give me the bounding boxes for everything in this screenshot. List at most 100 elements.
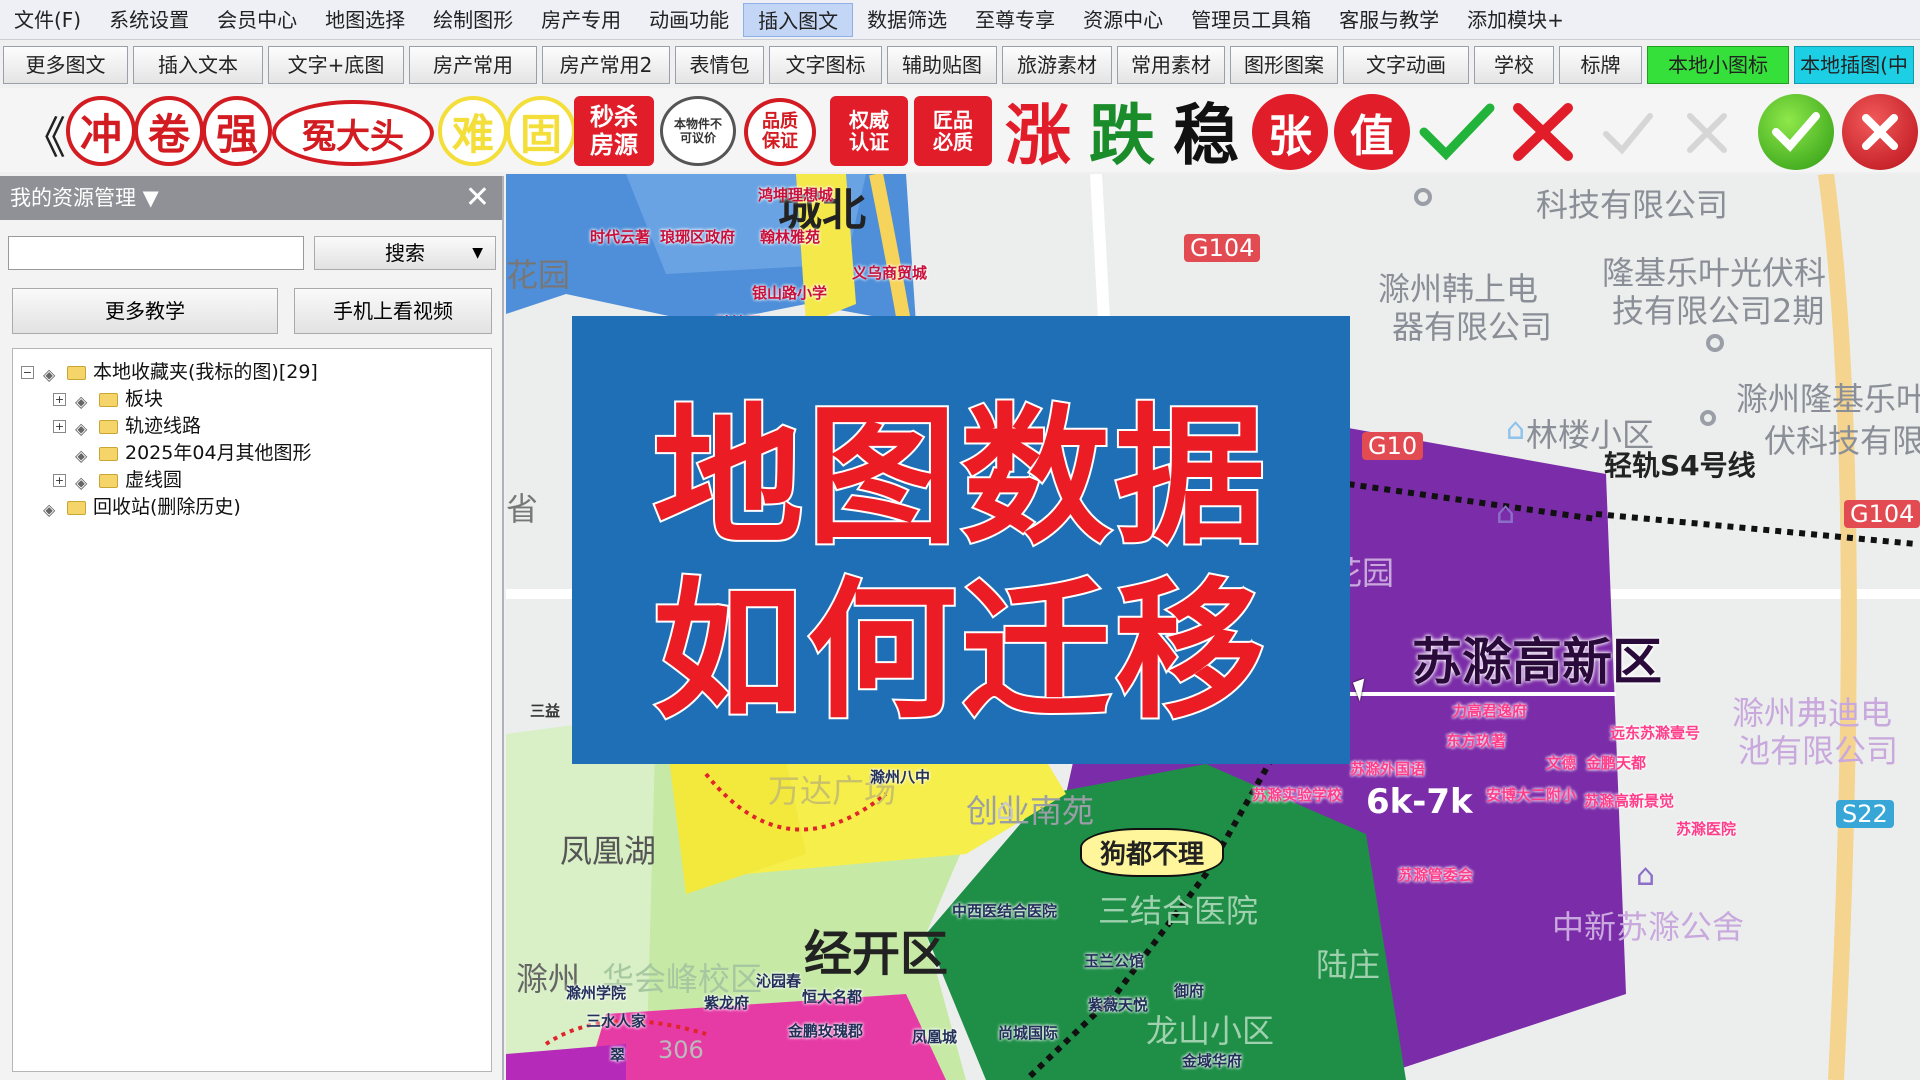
poi-label[interactable]: 沁园春: [756, 970, 801, 991]
menu-item-8[interactable]: 数据筛选: [853, 3, 961, 37]
stamp-miaosha[interactable]: 秒杀房源: [574, 96, 654, 166]
tree-item[interactable]: ◈ 2025年04月其他图形: [13, 440, 491, 467]
poi-label[interactable]: 三水人家: [586, 1010, 646, 1031]
menu-item-7[interactable]: 插入图文: [743, 2, 854, 37]
visibility-icon[interactable]: ◈: [75, 442, 87, 469]
stamp-no-bargain[interactable]: 本物件不可议价: [660, 96, 736, 166]
poi-label[interactable]: 恒大名都: [802, 986, 862, 1007]
visibility-icon[interactable]: ◈: [75, 469, 87, 496]
poi-label[interactable]: 苏滁外国语: [1350, 758, 1425, 779]
poi-label[interactable]: 尚城国际: [998, 1022, 1058, 1043]
menu-item-3[interactable]: 地图选择: [311, 3, 419, 37]
toolbar-tab-5[interactable]: 表情包: [675, 46, 764, 84]
poi-label[interactable]: 安博大二附小: [1486, 784, 1576, 805]
stamp-rise[interactable]: 涨: [996, 88, 1080, 174]
menu-item-10[interactable]: 资源中心: [1069, 3, 1177, 37]
menu-item-4[interactable]: 绘制图形: [419, 3, 527, 37]
cross-round-icon[interactable]: [1842, 94, 1918, 170]
toolbar-tab-10[interactable]: 图形图案: [1230, 46, 1338, 84]
chevron-down-icon[interactable]: ▼: [472, 237, 483, 269]
poi-label[interactable]: 银山路小学: [752, 282, 827, 303]
menu-item-6[interactable]: 动画功能: [635, 3, 743, 37]
menu-item-9[interactable]: 至尊专享: [961, 3, 1069, 37]
scroll-left-button[interactable]: 《: [22, 102, 66, 166]
poi-label[interactable]: 力高君逸府: [1452, 700, 1527, 721]
stamp-qiang[interactable]: 强: [202, 96, 272, 166]
search-button[interactable]: 搜索 ▼: [314, 236, 496, 270]
poi-label[interactable]: 远东苏滁壹号: [1610, 722, 1700, 743]
map-pin-icon[interactable]: [1700, 410, 1716, 426]
expand-icon[interactable]: +: [53, 474, 66, 487]
poi-label[interactable]: 御府: [1174, 980, 1204, 1001]
toolbar-tab-0[interactable]: 更多图文: [3, 46, 128, 84]
close-icon[interactable]: ✕: [465, 176, 490, 220]
expand-icon[interactable]: +: [53, 393, 66, 406]
tree-item[interactable]: + ◈ 轨迹线路: [13, 413, 491, 440]
poi-label[interactable]: 苏滁高新景觉: [1584, 790, 1674, 811]
poi-label[interactable]: 紫薇天悦: [1088, 994, 1148, 1015]
stamp-quality[interactable]: 品质保证: [744, 98, 816, 166]
search-input[interactable]: [8, 236, 304, 270]
poi-label[interactable]: 鸿坤理想城: [758, 184, 833, 205]
stamp-craft[interactable]: 匠品必质: [914, 96, 992, 166]
poi-label[interactable]: 东方玖著: [1446, 730, 1506, 751]
toolbar-tab-9[interactable]: 常用素材: [1117, 46, 1225, 84]
stamp-zhi[interactable]: 值: [1334, 94, 1410, 170]
stamp-chong[interactable]: 冲: [66, 96, 136, 166]
toolbar-tab-12[interactable]: 学校: [1474, 46, 1554, 84]
collapse-icon[interactable]: −: [21, 366, 34, 379]
stamp-zhang[interactable]: 张: [1252, 94, 1328, 170]
check-icon[interactable]: [1418, 100, 1496, 164]
tree-item[interactable]: − ◈ 本地收藏夹(我标的图)[29]: [13, 359, 491, 386]
cross-icon[interactable]: [1510, 100, 1576, 164]
check-light-icon[interactable]: [1600, 108, 1656, 158]
poi-label[interactable]: 文德: [1546, 752, 1576, 773]
cross-light-icon[interactable]: [1682, 108, 1732, 158]
check-round-icon[interactable]: [1758, 94, 1834, 170]
poi-label[interactable]: 义乌商贸城: [852, 262, 927, 283]
poi-label[interactable]: 玉兰公馆: [1084, 950, 1144, 971]
menu-item-11[interactable]: 管理员工具箱: [1177, 3, 1325, 37]
toolbar-tab-8[interactable]: 旅游素材: [1002, 46, 1112, 84]
toolbar-tab-6[interactable]: 文字图标: [769, 46, 882, 84]
stamp-gu[interactable]: 固: [506, 96, 576, 166]
poi-label[interactable]: 琅琊区政府: [660, 226, 735, 247]
poi-label[interactable]: 滁州八中: [870, 766, 930, 787]
poi-label[interactable]: 苏滁实验学校: [1252, 784, 1342, 805]
expand-icon[interactable]: +: [53, 420, 66, 433]
menu-item-13[interactable]: 添加模块+: [1453, 3, 1578, 37]
poi-label[interactable]: 凤凰城: [912, 1026, 957, 1047]
poi-label[interactable]: 翰林雅苑: [760, 226, 820, 247]
mobile-video-button[interactable]: 手机上看视频: [294, 288, 492, 334]
poi-label[interactable]: 紫龙府: [704, 992, 749, 1013]
toolbar-tab-13[interactable]: 标牌: [1559, 46, 1642, 84]
toolbar-tab-1[interactable]: 插入文本: [133, 46, 263, 84]
toolbar-tab-3[interactable]: 房产常用: [409, 46, 537, 84]
menu-item-0[interactable]: 文件(F): [0, 3, 95, 37]
toolbar-tab-15[interactable]: 本地插图(中: [1794, 46, 1914, 84]
poi-label[interactable]: 苏滁医院: [1676, 818, 1736, 839]
visibility-icon[interactable]: ◈: [75, 415, 87, 442]
visibility-icon[interactable]: ◈: [43, 496, 55, 523]
poi-label[interactable]: 滁州学院: [566, 982, 626, 1003]
stamp-juan[interactable]: 卷: [134, 96, 204, 166]
toolbar-tab-14[interactable]: 本地小图标: [1647, 46, 1789, 84]
menu-item-1[interactable]: 系统设置: [95, 3, 203, 37]
toolbar-tab-7[interactable]: 辅助贴图: [887, 46, 997, 84]
stamp-stable[interactable]: 稳: [1164, 88, 1248, 174]
menu-item-12[interactable]: 客服与教学: [1325, 3, 1453, 37]
poi-label[interactable]: 翠: [610, 1044, 625, 1065]
toolbar-tab-4[interactable]: 房产常用2: [542, 46, 670, 84]
poi-label[interactable]: 金鹏天都: [1586, 752, 1646, 773]
visibility-icon[interactable]: ◈: [43, 361, 55, 388]
menu-item-5[interactable]: 房产专用: [527, 3, 635, 37]
menu-item-2[interactable]: 会员中心: [203, 3, 311, 37]
panel-title[interactable]: 我的资源管理 ▼: [10, 186, 159, 210]
poi-label[interactable]: 金鹏玫瑰郡: [788, 1020, 863, 1041]
toolbar-tab-2[interactable]: 文字+底图: [268, 46, 404, 84]
poi-label[interactable]: 中西医结合医院: [952, 900, 1057, 921]
stamp-yuandatou[interactable]: 冤大头: [272, 100, 434, 166]
visibility-icon[interactable]: ◈: [75, 388, 87, 415]
stamp-fall[interactable]: 跌: [1080, 88, 1164, 174]
map-pin-icon[interactable]: [1706, 334, 1724, 352]
